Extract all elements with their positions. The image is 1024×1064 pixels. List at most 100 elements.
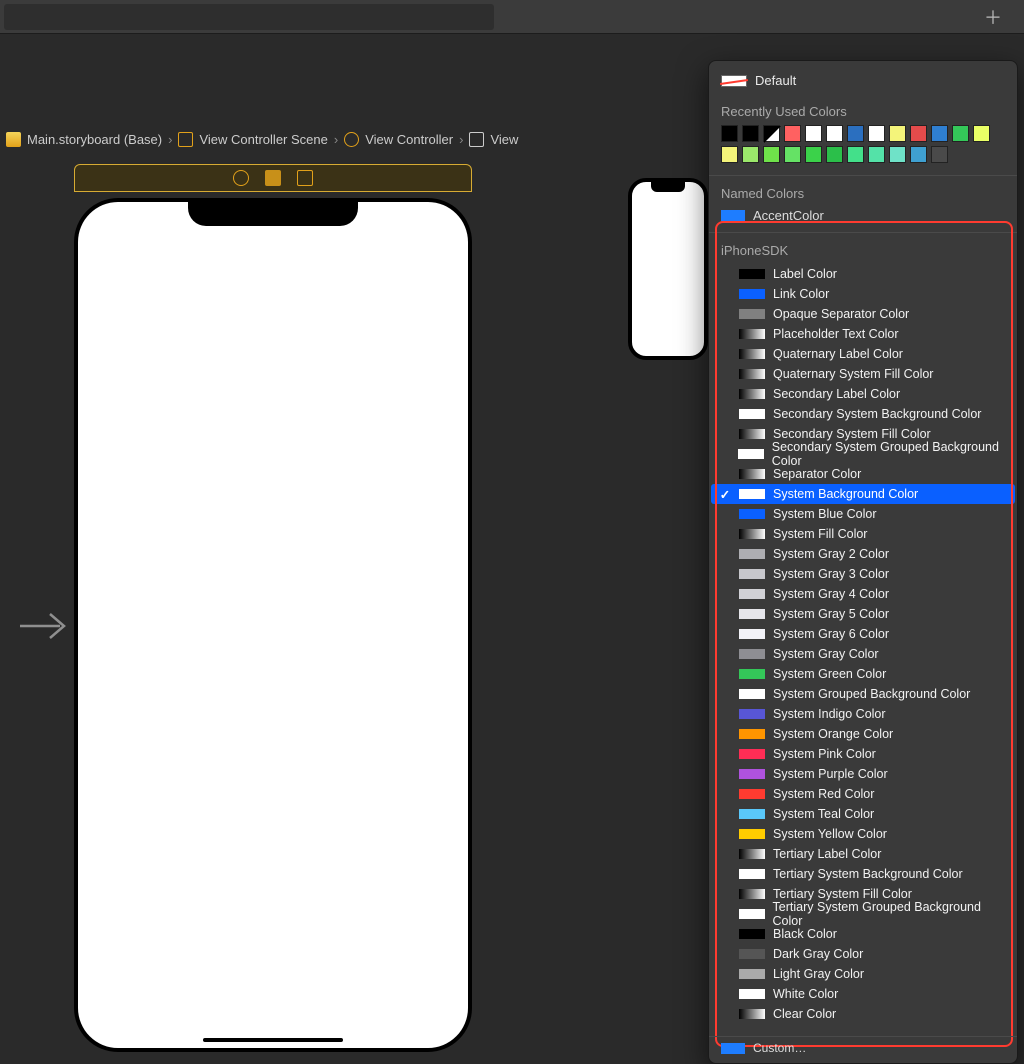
breadcrumb: Main.storyboard (Base) › View Controller… [6, 132, 518, 147]
canvas: Main.storyboard (Base) › View Controller… [0, 58, 1024, 1008]
device-notch [188, 198, 358, 226]
sdk-color-row[interactable]: Dark Gray Color [709, 944, 1017, 964]
recent-color-swatch[interactable] [805, 146, 822, 163]
recent-color-swatch[interactable] [805, 125, 822, 142]
sdk-color-swatch [739, 489, 765, 499]
recent-color-swatch[interactable] [826, 146, 843, 163]
sdk-color-swatch [739, 309, 765, 319]
sdk-color-row[interactable]: Quaternary Label Color [709, 344, 1017, 364]
sdk-color-label: System Yellow Color [773, 827, 887, 841]
sdk-color-swatch [739, 389, 765, 399]
scene-icon [178, 132, 193, 147]
breadcrumb-item[interactable]: View Controller Scene [199, 132, 327, 147]
sdk-color-row[interactable]: System Grouped Background Color [709, 684, 1017, 704]
recent-color-swatch[interactable] [742, 146, 759, 163]
breadcrumb-item[interactable]: View Controller [365, 132, 453, 147]
sdk-color-row[interactable]: Label Color [709, 264, 1017, 284]
recent-color-swatch[interactable] [784, 146, 801, 163]
sdk-color-row[interactable]: Quaternary System Fill Color [709, 364, 1017, 384]
color-custom[interactable]: Custom… [709, 1036, 1017, 1059]
recent-color-swatch[interactable] [721, 125, 738, 142]
color-default[interactable]: Default [709, 69, 1017, 92]
sdk-color-swatch [739, 429, 765, 439]
exit-icon[interactable] [297, 170, 313, 186]
sdk-color-row[interactable]: Secondary System Background Color [709, 404, 1017, 424]
view-controller[interactable] [74, 164, 472, 1052]
sdk-color-row[interactable]: System Gray 4 Color [709, 584, 1017, 604]
recent-color-swatch[interactable] [952, 125, 969, 142]
sdk-color-row[interactable]: Secondary Label Color [709, 384, 1017, 404]
chevron-right-icon: › [459, 132, 463, 147]
sdk-color-row[interactable]: White Color [709, 984, 1017, 1004]
recent-color-swatch[interactable] [742, 125, 759, 142]
sdk-color-row[interactable]: Light Gray Color [709, 964, 1017, 984]
recent-color-swatch[interactable] [847, 125, 864, 142]
sdk-color-swatch [739, 549, 765, 559]
sdk-color-row[interactable]: System Purple Color [709, 764, 1017, 784]
sdk-color-row[interactable]: System Blue Color [709, 504, 1017, 524]
sdk-color-row[interactable]: System Gray 3 Color [709, 564, 1017, 584]
recent-color-swatch[interactable] [847, 146, 864, 163]
initial-segue-arrow-icon[interactable] [18, 610, 70, 645]
sdk-color-row[interactable]: System Gray 6 Color [709, 624, 1017, 644]
sdk-color-row[interactable]: System Fill Color [709, 524, 1017, 544]
sdk-color-row[interactable]: System Gray Color [709, 644, 1017, 664]
recent-color-swatch[interactable] [931, 146, 948, 163]
sdk-color-row[interactable]: System Yellow Color [709, 824, 1017, 844]
sdk-color-row[interactable]: System Gray 5 Color [709, 604, 1017, 624]
sdk-color-swatch [739, 949, 765, 959]
sdk-color-swatch [739, 769, 765, 779]
tab-strip[interactable] [4, 4, 494, 30]
recent-color-swatch[interactable] [868, 146, 885, 163]
sdk-color-row[interactable]: System Red Color [709, 784, 1017, 804]
sdk-color-swatch [739, 809, 765, 819]
sdk-color-row[interactable]: Link Color [709, 284, 1017, 304]
sdk-color-row[interactable]: Opaque Separator Color [709, 304, 1017, 324]
sdk-color-row[interactable]: Placeholder Text Color [709, 324, 1017, 344]
sdk-color-row[interactable]: Clear Color [709, 1004, 1017, 1024]
sdk-color-label: System Green Color [773, 667, 886, 681]
sdk-color-label: System Teal Color [773, 807, 874, 821]
plus-icon[interactable]: ＋ [984, 4, 1002, 30]
checkmark-icon: ✓ [719, 487, 731, 502]
recent-color-swatch[interactable] [889, 125, 906, 142]
color-default-label: Default [755, 73, 796, 88]
sdk-color-row[interactable]: Tertiary System Background Color [709, 864, 1017, 884]
recent-color-swatch[interactable] [763, 146, 780, 163]
root-view[interactable] [78, 202, 468, 1048]
sdk-color-row[interactable]: System Pink Color [709, 744, 1017, 764]
view-icon [469, 132, 484, 147]
recent-color-swatch[interactable] [763, 125, 780, 142]
sdk-color-label: Tertiary System Fill Color [773, 887, 912, 901]
first-responder-icon[interactable] [265, 170, 281, 186]
recent-color-swatch[interactable] [826, 125, 843, 142]
recent-color-swatch[interactable] [910, 146, 927, 163]
vc-icon[interactable] [233, 170, 249, 186]
sdk-color-row[interactable]: System Green Color [709, 664, 1017, 684]
sdk-color-row[interactable]: System Indigo Color [709, 704, 1017, 724]
recent-color-swatch[interactable] [931, 125, 948, 142]
vc-title-bar[interactable] [74, 164, 472, 192]
sdk-color-row[interactable]: Tertiary Label Color [709, 844, 1017, 864]
sdk-color-row[interactable]: System Teal Color [709, 804, 1017, 824]
recent-color-swatch[interactable] [973, 125, 990, 142]
sdk-color-row[interactable]: Tertiary System Grouped Background Color [709, 904, 1017, 924]
breadcrumb-item[interactable]: Main.storyboard (Base) [27, 132, 162, 147]
chevron-right-icon: › [168, 132, 172, 147]
named-color-row[interactable]: AccentColor [709, 205, 1017, 226]
recent-color-swatch[interactable] [784, 125, 801, 142]
recent-color-swatch[interactable] [721, 146, 738, 163]
recent-color-swatch[interactable] [868, 125, 885, 142]
sdk-color-label: Black Color [773, 927, 837, 941]
breadcrumb-item[interactable]: View [490, 132, 518, 147]
sdk-color-row[interactable]: ✓System Background Color [711, 484, 1015, 504]
recent-color-swatch[interactable] [910, 125, 927, 142]
sdk-color-swatch [739, 1009, 765, 1019]
recent-colors-grid [709, 123, 1017, 169]
sdk-color-row[interactable]: Secondary System Grouped Background Colo… [709, 444, 1017, 464]
sdk-color-row[interactable]: System Gray 2 Color [709, 544, 1017, 564]
sdk-color-label: System Grouped Background Color [773, 687, 970, 701]
recent-color-swatch[interactable] [889, 146, 906, 163]
sdk-color-swatch [739, 689, 765, 699]
sdk-color-row[interactable]: System Orange Color [709, 724, 1017, 744]
